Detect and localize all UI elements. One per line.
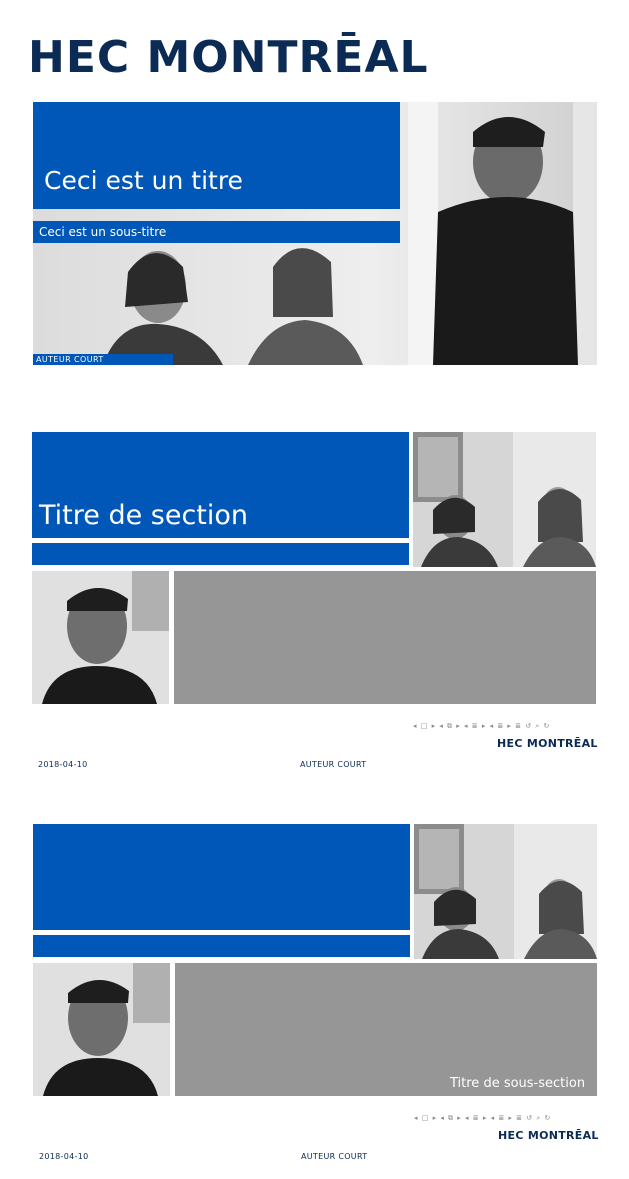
beamer-navigation-icons[interactable]: ◂ □ ▸ ◂ ⧉ ▸ ◂ ≣ ▸ ◂ ≣ ▸ ≣ ↺ ⌕ ↻ <box>413 722 550 731</box>
man-photo <box>32 571 169 704</box>
section-bar <box>32 543 409 565</box>
footer-author: AUTEUR COURT <box>301 1152 368 1161</box>
footer-author: AUTEUR COURT <box>300 760 367 769</box>
man-photo <box>33 963 170 1096</box>
slide-author: AUTEUR COURT <box>36 355 104 364</box>
subsection-slide: Titre de sous-section ◂ □ ▸ ◂ ⧉ ▸ ◂ ≣ ▸ … <box>0 818 629 1173</box>
subsection-title-block <box>33 824 410 930</box>
slide-subtitle: Ceci est un sous-titre <box>39 225 167 239</box>
hec-logo-small: HEC MONTRĒAL <box>498 1129 599 1142</box>
students-photo-small <box>414 824 597 959</box>
content-panel <box>174 571 596 704</box>
beamer-navigation-icons[interactable]: ◂ □ ▸ ◂ ⧉ ▸ ◂ ≣ ▸ ◂ ≣ ▸ ≣ ↺ ⌕ ↻ <box>414 1114 551 1123</box>
footer-date: 2018-04-10 <box>38 760 88 769</box>
footer-date: 2018-04-10 <box>39 1152 89 1161</box>
subsection-title: Titre de sous-section <box>450 1076 586 1091</box>
subsection-bar <box>33 935 410 957</box>
students-photo-small <box>413 432 596 567</box>
slide-title: Ceci est un titre <box>44 166 243 195</box>
hec-logo: HEC MONTRĒAL <box>28 32 429 83</box>
section-title: Titre de section <box>39 500 249 531</box>
title-slide: Ceci est un titre Ceci est un sous-titre… <box>33 102 597 365</box>
section-slide: Titre de section ◂ □ ▸ ◂ ⧉ ▸ ◂ ≣ ▸ ◂ ≣ ▸ <box>0 425 629 780</box>
hec-logo-small: HEC MONTRĒAL <box>497 737 598 750</box>
